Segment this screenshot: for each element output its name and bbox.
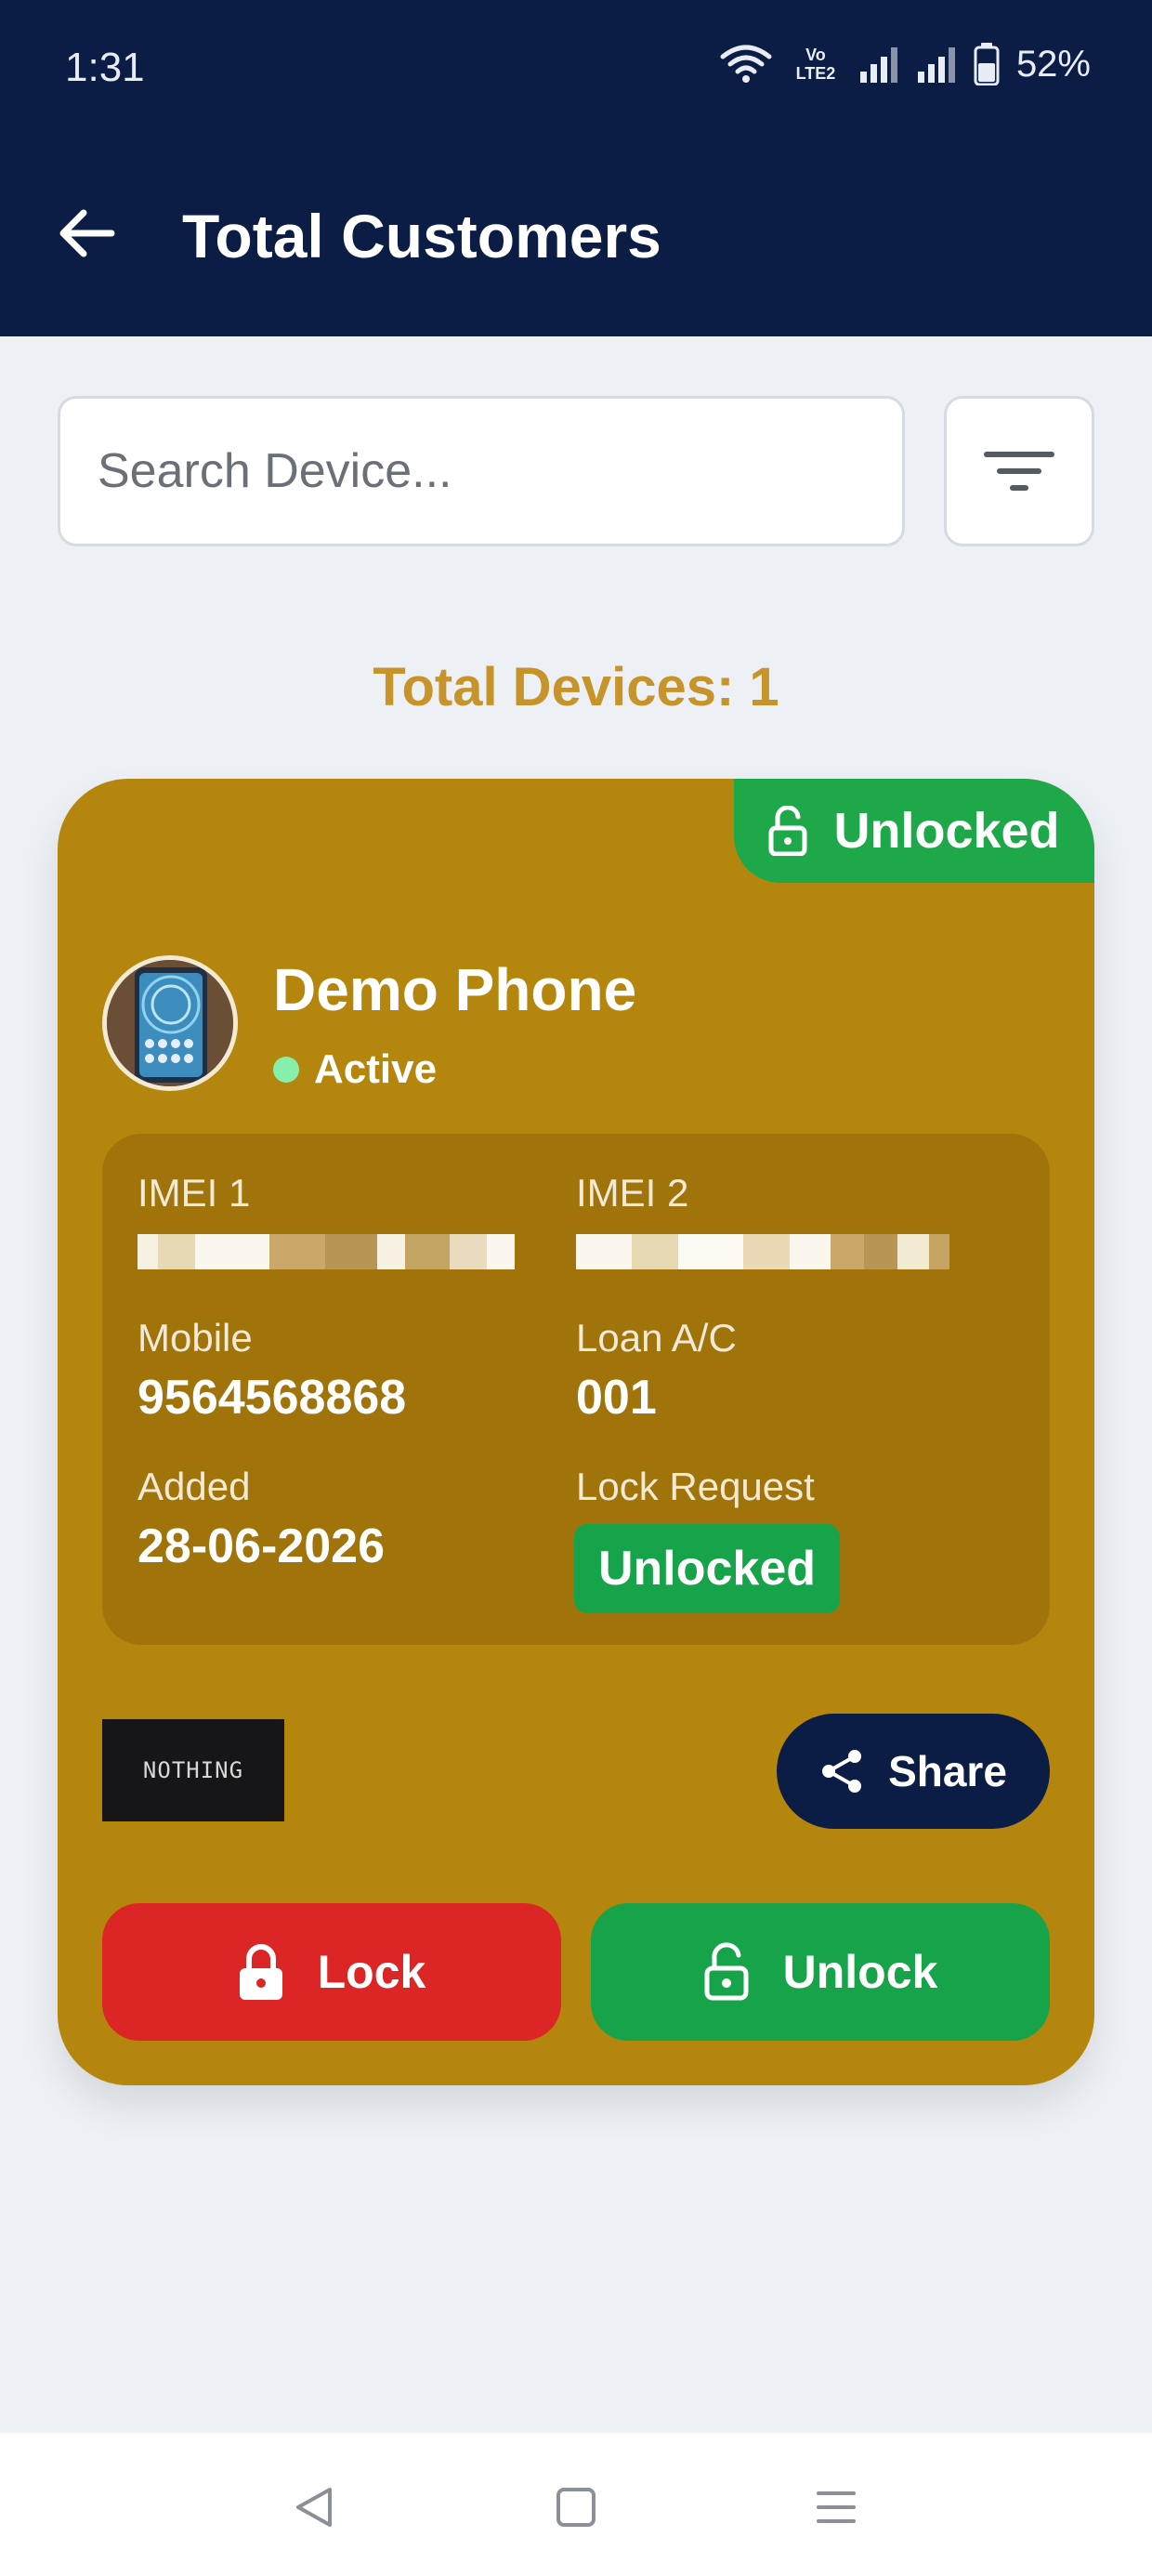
share-button[interactable]: Share <box>777 1714 1050 1829</box>
lock-request-label: Lock Request <box>576 1465 815 1508</box>
signal-icon <box>859 47 897 83</box>
mobile-value: 9564568868 <box>137 1371 407 1425</box>
lock-icon <box>239 1944 282 2000</box>
imei1-label: IMEI 1 <box>137 1171 251 1215</box>
loan-account-value: 001 <box>576 1371 657 1425</box>
square-home-icon <box>556 2488 596 2527</box>
status-icons: Vo LTE2 52% <box>719 43 1091 85</box>
added-date-value: 28-06-2026 <box>137 1519 385 1573</box>
search-box[interactable] <box>58 396 905 546</box>
total-devices-count: Total Devices: 1 <box>373 657 779 717</box>
signal-icon <box>917 47 955 83</box>
imei2-label: IMEI 2 <box>576 1171 689 1215</box>
device-name: Demo Phone <box>273 956 637 1023</box>
battery-icon <box>974 43 1000 85</box>
filter-icon <box>984 452 1054 491</box>
triangle-back-icon <box>296 2488 332 2527</box>
status-label: Active <box>314 1046 438 1092</box>
nav-back-button[interactable] <box>277 2470 351 2544</box>
wifi-icon <box>720 45 772 83</box>
mobile-label: Mobile <box>137 1316 253 1360</box>
device-card[interactable]: Unlocked Demo Phone Active IMEI 1 IMEI 2… <box>58 779 1094 2085</box>
imei1-value-redacted <box>137 1230 515 1273</box>
lock-label: Lock <box>317 1946 426 1998</box>
unlock-label: Unlock <box>782 1946 938 1998</box>
lock-button[interactable]: Lock <box>102 1903 561 2041</box>
system-nav-bar <box>0 2433 1152 2576</box>
brand-logo: NOTHING <box>102 1719 284 1821</box>
back-button[interactable] <box>52 199 121 268</box>
added-date-label: Added <box>137 1465 251 1508</box>
menu-lines-icon <box>817 2491 856 2523</box>
status-dot <box>273 1057 299 1083</box>
lock-status-badge: Unlocked <box>734 779 1094 883</box>
device-avatar <box>102 955 238 1091</box>
app-bar: 1:31 Vo LTE2 52% Total Customers <box>0 0 1152 336</box>
unlock-icon <box>704 1942 749 2001</box>
loan-account-label: Loan A/C <box>576 1316 737 1360</box>
unlock-icon <box>768 806 807 856</box>
battery-percentage: 52% <box>1015 43 1091 85</box>
device-info-panel: IMEI 1 IMEI 2 Mobile 9564568868 Loan A/C… <box>102 1134 1050 1645</box>
volte-icon: Vo LTE2 <box>795 46 836 83</box>
share-icon <box>822 1750 862 1793</box>
lock-request-badge: Unlocked <box>574 1524 840 1613</box>
filter-button[interactable] <box>944 396 1094 546</box>
imei2-value-redacted <box>576 1230 949 1273</box>
unlock-button[interactable]: Unlock <box>591 1903 1050 2041</box>
nav-home-button[interactable] <box>539 2470 613 2544</box>
search-input[interactable] <box>96 442 902 500</box>
device-status: Active <box>273 1046 437 1093</box>
nav-recents-button[interactable] <box>799 2470 873 2544</box>
page-title: Total Customers <box>182 202 661 270</box>
share-label: Share <box>888 1747 1007 1795</box>
status-time: 1:31 <box>65 45 145 90</box>
lock-status-label: Unlocked <box>833 803 1060 859</box>
arrow-left-icon <box>59 209 115 257</box>
